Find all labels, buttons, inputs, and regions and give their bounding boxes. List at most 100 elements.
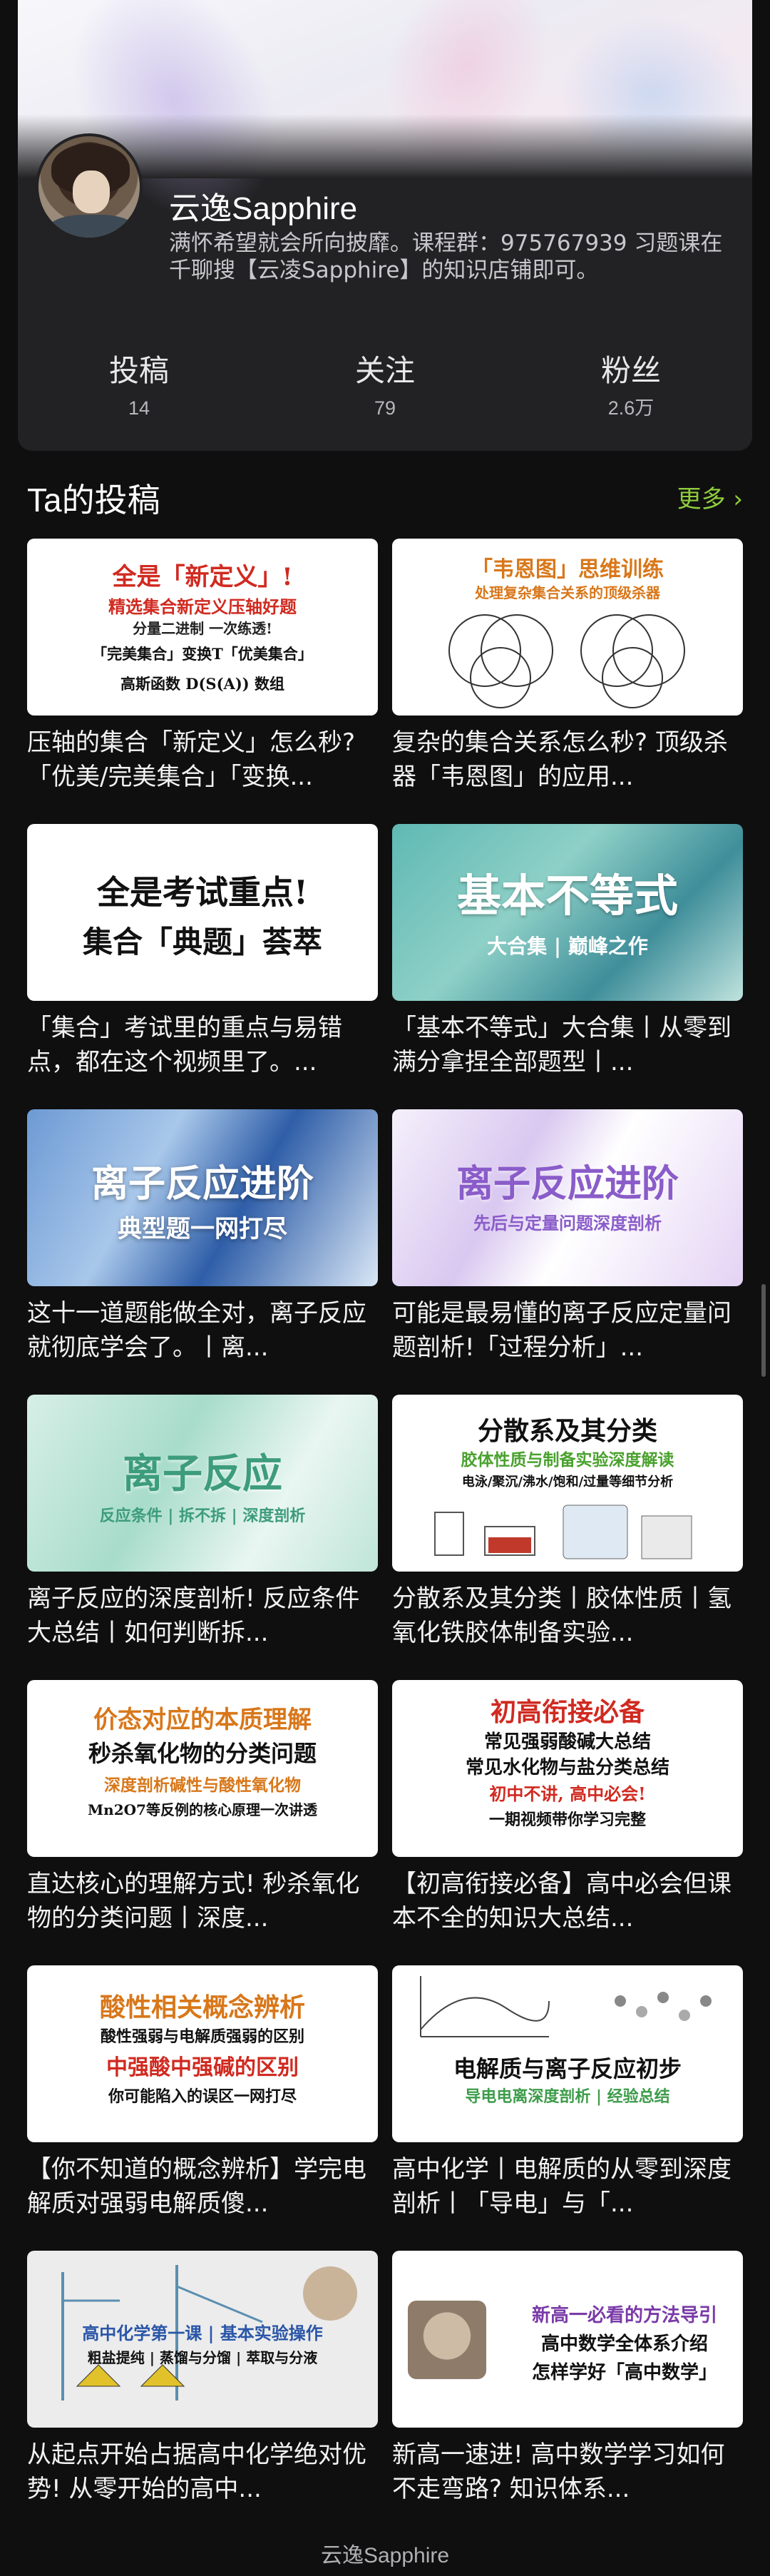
thumb-line: 处理复杂集合关系的顶级杀器 [475, 584, 660, 601]
video-thumbnail[interactable]: 价态对应的本质理解 秒杀氧化物的分类问题 深度剖析碱性与酸性氧化物 Mn2O7等… [27, 1680, 378, 1857]
thumb-line: 导电电离深度剖析 | 经验总结 [465, 2087, 670, 2106]
video-title[interactable]: 「基本不等式」大合集丨从零到满分拿捏全部题型丨... [392, 1011, 743, 1079]
video-thumbnail[interactable]: 酸性相关概念辨析 酸性强弱与电解质强弱的区别 中强酸中强碱的区别 你可能陷入的误… [27, 1965, 378, 2142]
thumb-line: 你可能陷入的误区一网打尽 [108, 2087, 297, 2106]
video-thumbnail[interactable]: 离子反应进阶 典型题一网打尽 [27, 1109, 378, 1286]
stat-followers-label: 粉丝 [600, 353, 661, 388]
thumb-line: 电解质与离子反应初步 [453, 2055, 682, 2082]
stat-posts[interactable]: 投稿 14 [68, 350, 210, 424]
stat-following-value: 79 [374, 397, 396, 419]
video-card[interactable]: 离子反应进阶 典型题一网打尽 这十一道题能做全对，离子反应就彻底学会了。丨离..… [27, 1109, 378, 1380]
video-thumbnail[interactable]: 新高一必看的方法导引 高中数学全体系介绍 怎样学好「高中数学」 [392, 2251, 743, 2428]
thumb-line: 深度剖析碱性与酸性氧化物 [104, 1776, 301, 1795]
profile-stats: 投稿 14 关注 79 粉丝 2.6万 [18, 350, 752, 435]
thumb-line: 集合「典题」荟萃 [82, 925, 322, 959]
video-thumbnail[interactable]: 离子反应进阶 先后与定量问题深度剖析 [392, 1109, 743, 1286]
footer-channel-name: 云逸Sapphire [0, 2536, 770, 2576]
stat-following-label: 关注 [354, 353, 415, 388]
thumb-line: 精选集合新定义压轴好题 [108, 596, 297, 617]
video-title[interactable]: 新高一速进! 高中数学学习如何不走弯路? 知识体系... [392, 2438, 743, 2506]
profile-bio: 满怀希望就会所向披靡。课程群：975767939 习题课在千聊搜【云凌Sapph… [169, 230, 723, 283]
video-card[interactable]: 全是考试重点! 集合「典题」荟萃 「集合」考试里的重点与易错点，都在这个视频里了… [27, 824, 378, 1095]
thumb-line: 离子反应进阶 [91, 1162, 314, 1206]
stat-posts-label: 投稿 [108, 353, 169, 388]
video-title[interactable]: 离子反应的深度剖析! 反应条件大总结丨如何判断拆... [27, 1582, 378, 1650]
video-card[interactable]: 初高衔接必备 常见强弱酸碱大总结 常见水化物与盐分类总结 初中不讲, 高中必会!… [392, 1680, 743, 1951]
thumb-line: 分散系及其分类 [477, 1416, 657, 1446]
video-thumbnail[interactable]: 「韦恩图」思维训练 处理复杂集合关系的顶级杀器 [392, 539, 743, 716]
thumb-line: 大合集 | 巅峰之作 [487, 935, 648, 958]
graph-diagram-icon [420, 1976, 712, 2037]
video-card[interactable]: 离子反应进阶 先后与定量问题深度剖析 可能是最易懂的离子反应定量问题剖析!「过程… [392, 1109, 743, 1380]
video-thumbnail[interactable]: 离子反应 反应条件 | 拆不拆 | 深度剖析 [27, 1395, 378, 1572]
video-thumbnail[interactable]: 分散系及其分类 胶体性质与制备实验深度解读 电泳/聚沉/沸水/饱和/过量等细节分… [392, 1395, 743, 1572]
thumb-line: 新高一必看的方法导引 [531, 2305, 717, 2326]
thumb-line: 怎样学好「高中数学」 [531, 2362, 717, 2383]
thumb-line: 「完美集合」变换T「优美集合」 [92, 645, 313, 663]
video-thumbnail[interactable]: 全是「新定义」! 精选集合新定义压轴好题 分量二进制 一次练透! 「完美集合」变… [27, 539, 378, 716]
more-link[interactable]: 更多 › [677, 479, 743, 514]
video-title[interactable]: 【初高衔接必备】高中必会但课本不全的知识大总结... [392, 1867, 743, 1935]
thumb-line: 「韦恩图」思维训练 [471, 557, 664, 582]
thumb-line: 基本不等式 [456, 870, 678, 922]
video-title[interactable]: 「集合」考试里的重点与易错点，都在这个视频里了。... [27, 1011, 378, 1079]
video-title[interactable]: 【你不知道的概念辨析】学完电解质对强弱电解质傻... [27, 2152, 378, 2221]
thumb-line: 高中数学全体系介绍 [540, 2333, 708, 2355]
video-thumbnail[interactable]: 高中化学第一课 | 基本实验操作 粗盐提纯 | 蒸馏与分馏 | 萃取与分液 [27, 2251, 378, 2428]
thumb-line: 离子反应进阶 [456, 1162, 679, 1206]
video-card[interactable]: 新高一必看的方法导引 高中数学全体系介绍 怎样学好「高中数学」 新高一速进! 高… [392, 2251, 743, 2522]
stat-following[interactable]: 关注 79 [314, 350, 456, 424]
video-title[interactable]: 从起点开始占据高中化学绝对优势! 从零开始的高中... [27, 2438, 378, 2506]
avatar[interactable] [36, 133, 143, 240]
video-title[interactable]: 这十一道题能做全对，离子反应就彻底学会了。丨离... [27, 1296, 378, 1365]
thumb-line: 一期视频带你学习完整 [488, 1811, 646, 1829]
profile-nickname: 云逸Sapphire [169, 191, 358, 226]
video-card[interactable]: 价态对应的本质理解 秒杀氧化物的分类问题 深度剖析碱性与酸性氧化物 Mn2O7等… [27, 1680, 378, 1951]
thumb-line: 先后与定量问题深度剖析 [473, 1213, 662, 1233]
thumb-line: Mn2O7等反例的核心原理一次讲透 [88, 1801, 317, 1818]
video-thumbnail[interactable]: 初高衔接必备 常见强弱酸碱大总结 常见水化物与盐分类总结 初中不讲, 高中必会!… [392, 1680, 743, 1857]
video-card[interactable]: 电解质与离子反应初步 导电电离深度剖析 | 经验总结 高中化学丨电解质的从零到深… [392, 1965, 743, 2236]
thumb-line: 酸性相关概念辨析 [99, 1992, 305, 2022]
thumb-line: 初高衔接必备 [490, 1697, 645, 1727]
video-card[interactable]: 酸性相关概念辨析 酸性强弱与电解质强弱的区别 中强酸中强碱的区别 你可能陷入的误… [27, 1965, 378, 2236]
video-card[interactable]: 基本不等式 大合集 | 巅峰之作 「基本不等式」大合集丨从零到满分拿捏全部题型丨… [392, 824, 743, 1095]
thumb-line: 全是考试重点! [96, 873, 309, 912]
thumb-line: 高斯函数 D(S(A)) 数组 [120, 675, 285, 693]
video-card[interactable]: 「韦恩图」思维训练 处理复杂集合关系的顶级杀器 复杂的集合关系怎么秒? 顶级杀器… [392, 539, 743, 810]
video-title[interactable]: 复杂的集合关系怎么秒? 顶级杀器「韦恩图」的应用... [392, 726, 743, 794]
thumb-line: 全是「新定义」! [112, 563, 293, 591]
stat-followers-value: 2.6万 [607, 397, 654, 419]
thumb-line: 秒杀氧化物的分类问题 [88, 1740, 317, 1767]
video-title[interactable]: 分散系及其分类丨胶体性质丨氢氧化铁胶体制备实验... [392, 1582, 743, 1650]
section-title: Ta的投稿 [27, 482, 160, 519]
scrollbar[interactable] [761, 1284, 766, 1377]
stat-posts-value: 14 [128, 397, 150, 419]
thumb-line: 常见强弱酸碱大总结 [483, 1731, 651, 1753]
thumb-line: 常见水化物与盐分类总结 [465, 1757, 669, 1778]
thumb-line: 电泳/聚沉/沸水/饱和/过量等细节分析 [461, 1475, 674, 1490]
thumb-line: 初中不讲, 高中必会! [489, 1783, 646, 1804]
stat-followers[interactable]: 粉丝 2.6万 [560, 350, 702, 424]
thumb-line: 酸性强弱与电解质强弱的区别 [100, 2027, 304, 2046]
thumb-line: 价态对应的本质理解 [93, 1706, 312, 1734]
thumb-line: 离子反应 [123, 1450, 282, 1497]
video-card[interactable]: 离子反应 反应条件 | 拆不拆 | 深度剖析 离子反应的深度剖析! 反应条件大总… [27, 1395, 378, 1666]
video-card[interactable]: 全是「新定义」! 精选集合新定义压轴好题 分量二进制 一次练透! 「完美集合」变… [27, 539, 378, 810]
video-thumbnail[interactable]: 全是考试重点! 集合「典题」荟萃 [27, 824, 378, 1001]
video-card[interactable]: 高中化学第一课 | 基本实验操作 粗盐提纯 | 蒸馏与分馏 | 萃取与分液 从起… [27, 2251, 378, 2522]
lab-apparatus-icon [434, 1505, 692, 1559]
thumb-line: 粗盐提纯 | 蒸馏与分馏 | 萃取与分液 [87, 2349, 318, 2366]
thumb-line: 典型题一网打尽 [118, 1215, 287, 1243]
thumb-line: 高中化学第一课 | 基本实验操作 [82, 2323, 323, 2343]
thumb-line: 胶体性质与制备实验深度解读 [461, 1450, 674, 1470]
video-thumbnail[interactable]: 基本不等式 大合集 | 巅峰之作 [392, 824, 743, 1001]
video-title[interactable]: 高中化学丨电解质的从零到深度剖析丨「导电」与「... [392, 2152, 743, 2221]
video-title[interactable]: 可能是最易懂的离子反应定量问题剖析!「过程分析」... [392, 1296, 743, 1365]
video-card[interactable]: 分散系及其分类 胶体性质与制备实验深度解读 电泳/聚沉/沸水/饱和/过量等细节分… [392, 1395, 743, 1666]
video-thumbnail[interactable]: 电解质与离子反应初步 导电电离深度剖析 | 经验总结 [392, 1965, 743, 2142]
venn-diagram-icon [448, 614, 685, 708]
video-title[interactable]: 直达核心的理解方式! 秒杀氧化物的分类问题丨深度... [27, 1867, 378, 1935]
video-title[interactable]: 压轴的集合「新定义」怎么秒?「优美/完美集合」「变换... [27, 726, 378, 794]
thumb-line: 分量二进制 一次练透! [133, 620, 272, 637]
